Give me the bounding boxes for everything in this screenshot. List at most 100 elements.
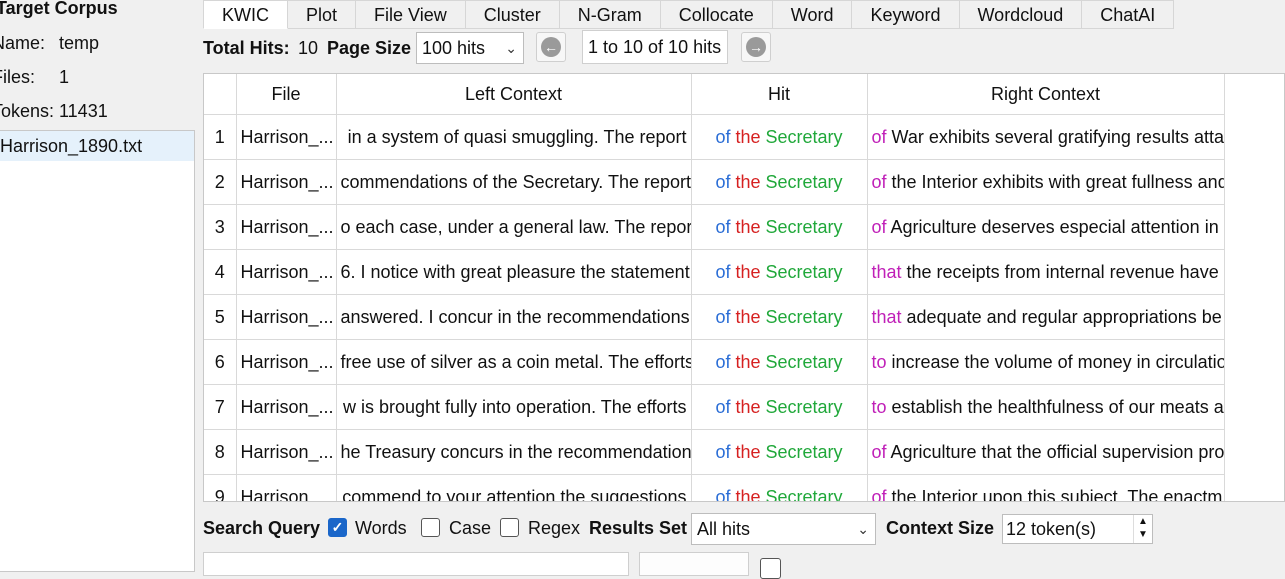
tab-plot[interactable]: Plot — [288, 0, 357, 29]
tab-collocate[interactable]: Collocate — [660, 0, 773, 29]
hit-token: the — [735, 216, 761, 237]
table-row[interactable]: 3 Harrison_... o each case, under a genera… — [204, 204, 1225, 250]
hit-cell: of the Secretary — [691, 474, 868, 502]
arrow-right-icon: → — [746, 37, 766, 57]
page-size-select[interactable]: 100 hits ⌄ — [416, 32, 524, 64]
file-list-item[interactable]: Harrison_1890.txt — [0, 131, 194, 161]
right-context-text: Agriculture that the official supervisio… — [886, 441, 1224, 462]
page-info-field: 1 to 10 of 10 hits — [582, 30, 728, 64]
right-context-text: War exhibits several gratifying results … — [886, 126, 1224, 147]
hit-token: the — [735, 261, 761, 282]
row-number: 5 — [204, 294, 237, 340]
left-context-cell: answered. I concur in the recommendation… — [336, 294, 692, 340]
right-context-cell: to establish the healthfulness of our me… — [867, 384, 1225, 430]
file-cell: Harrison_... — [236, 429, 337, 475]
file-cell: Harrison_... — [236, 159, 337, 205]
table-row[interactable]: 9 Harrison_... commend to your attention t… — [204, 474, 1225, 502]
table-row[interactable]: 4 Harrison_... 6. I notice with great plea… — [204, 249, 1225, 295]
file-list[interactable]: Harrison_1890.txt — [0, 130, 195, 572]
left-context-cell: he Treasury concurs in the recommendatio… — [336, 429, 692, 475]
tab-keyword[interactable]: Keyword — [852, 0, 960, 29]
tab-n-gram[interactable]: N-Gram — [559, 0, 661, 29]
file-cell: Harrison_... — [236, 114, 337, 160]
column-header-left-context[interactable]: Left Context — [336, 74, 692, 115]
regex-checkbox[interactable] — [500, 518, 519, 537]
row-number-header — [204, 74, 237, 115]
tab-cluster[interactable]: Cluster — [465, 0, 560, 29]
query-row — [203, 552, 1285, 579]
hit-token: Secretary — [765, 171, 843, 192]
right-context-text: establish the healthfulness of our meats… — [886, 396, 1224, 417]
hit-token: Secretary — [765, 486, 843, 502]
hit-cell: of the Secretary — [691, 204, 868, 250]
tab-word[interactable]: Word — [772, 0, 853, 29]
table-row[interactable]: 2 Harrison_... commendations of the Secret… — [204, 159, 1225, 205]
left-context-cell: commendations of the Secretary. The repo… — [336, 159, 692, 205]
right-context-cell: of the Interior upon this subject. The e… — [867, 474, 1225, 501]
right-context-cell: of Agriculture deserves especial attenti… — [867, 204, 1225, 250]
right-context-keyword: of — [871, 171, 887, 192]
hit-token: of — [715, 126, 731, 147]
search-query-input[interactable] — [203, 552, 629, 576]
case-checkbox[interactable] — [421, 518, 440, 537]
results-set-select[interactable]: All hits ⌄ — [691, 513, 876, 545]
table-row[interactable]: 6 Harrison_... free use of silver as a coi… — [204, 339, 1225, 385]
arrow-left-icon: ← — [541, 37, 561, 57]
corpus-tokens-row: Tokens: 11431 — [0, 101, 108, 122]
row-number: 9 — [204, 474, 237, 501]
row-number: 2 — [204, 159, 237, 205]
context-size-spinbox[interactable]: 12 token(s) ▲ ▼ — [1002, 514, 1153, 544]
table-row[interactable]: 7 Harrison_... w is brought fully into ope… — [204, 384, 1225, 430]
right-context-keyword: that — [871, 306, 902, 327]
table-row[interactable]: 8 Harrison_... he Treasury concurs in the … — [204, 429, 1225, 475]
left-context-cell: in a system of quasi smuggling. The repo… — [336, 114, 692, 160]
hit-token: of — [715, 171, 731, 192]
row-number: 8 — [204, 429, 237, 475]
corpus-name-row: Name: temp — [0, 33, 99, 54]
search-button[interactable] — [639, 552, 749, 576]
row-number: 7 — [204, 384, 237, 430]
hit-token: the — [735, 441, 761, 462]
tab-chatai[interactable]: ChatAI — [1082, 0, 1175, 29]
previous-page-button[interactable]: ← — [536, 32, 566, 62]
context-size-value: 12 token(s) — [1006, 519, 1097, 539]
query-option-checkbox[interactable] — [760, 558, 781, 579]
tab-file-view[interactable]: File View — [356, 0, 466, 29]
corpus-name-value: temp — [59, 33, 100, 53]
case-label: Case — [449, 518, 492, 538]
column-header-hit[interactable]: Hit — [691, 74, 868, 115]
hit-token: Secretary — [765, 351, 843, 372]
corpus-name-label: Name: — [0, 33, 46, 53]
kwic-table-container[interactable]: File Left Context Hit Right Context 1 Har… — [203, 73, 1285, 502]
row-number: 6 — [204, 339, 237, 385]
results-set-value: All hits — [697, 519, 751, 539]
right-context-keyword: to — [871, 396, 887, 417]
table-row[interactable]: 5 Harrison_... answered. I concur in the r… — [204, 294, 1225, 340]
left-context-cell: w is brought fully into operation. The e… — [336, 384, 692, 430]
right-context-keyword: of — [871, 126, 887, 147]
table-row[interactable]: 1 Harrison_... in a system of quasi smuggl… — [204, 114, 1225, 160]
hit-cell: of the Secretary — [691, 114, 868, 160]
right-context-text: adequate and regular appropriations be — [901, 306, 1222, 327]
spin-arrows-icon[interactable]: ▲ ▼ — [1133, 515, 1152, 543]
hit-token: the — [735, 486, 761, 502]
left-context-cell: 6. I notice with great pleasure the stat… — [336, 249, 692, 295]
right-context-text: Agriculture deserves especial attention … — [886, 216, 1224, 237]
column-header-file[interactable]: File — [236, 74, 337, 115]
hit-cell: of the Secretary — [691, 159, 868, 205]
right-context-cell: of Agriculture that the official supervi… — [867, 429, 1225, 475]
file-cell: Harrison_... — [236, 339, 337, 385]
corpus-title: Target Corpus — [0, 0, 118, 18]
tab-kwic[interactable]: KWIC — [203, 0, 288, 29]
hit-token: Secretary — [765, 306, 843, 327]
corpus-panel: Target Corpus Name: temp Files: 1 Tokens… — [0, 0, 195, 572]
chevron-down-icon: ⌄ — [857, 521, 869, 537]
words-checkbox[interactable]: ✓ — [328, 518, 347, 537]
hit-cell: of the Secretary — [691, 294, 868, 340]
column-header-right-context[interactable]: Right Context — [867, 74, 1225, 115]
next-page-button[interactable]: → — [741, 32, 771, 62]
total-hits-value: 10 — [298, 38, 319, 58]
hit-token: the — [735, 126, 761, 147]
right-context-text: the receipts from internal revenue have … — [901, 261, 1224, 282]
tab-wordcloud[interactable]: Wordcloud — [959, 0, 1083, 29]
